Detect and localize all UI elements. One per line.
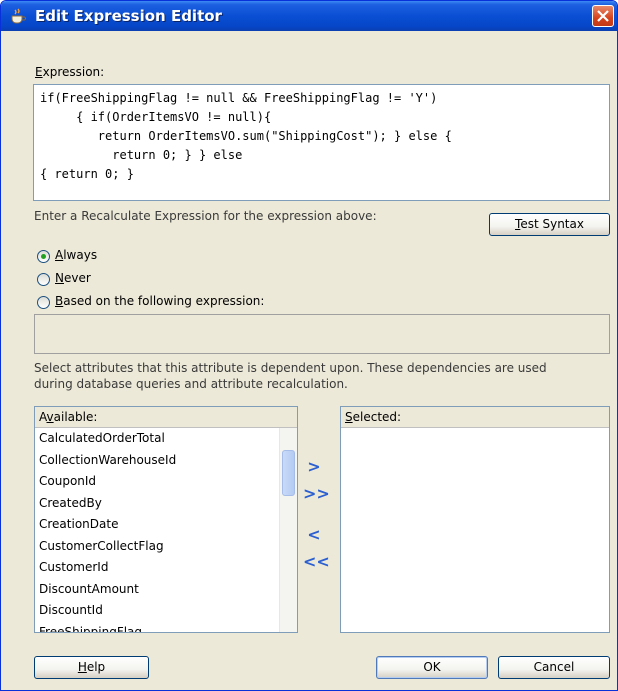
edit-expression-dialog: Edit Expression Editor Expression: if(Fr… — [0, 0, 618, 691]
expression-textarea[interactable]: if(FreeShippingFlag != null && FreeShipp… — [33, 84, 610, 201]
list-item[interactable]: CreationDate — [35, 514, 279, 536]
selected-list[interactable]: Selected: — [340, 406, 610, 633]
scroll-thumb[interactable] — [282, 450, 295, 496]
dependencies-description-1: Select attributes that this attribute is… — [34, 361, 547, 375]
ok-button[interactable]: OK — [376, 656, 488, 679]
available-list[interactable]: Available: CalculatedOrderTotal Collecti… — [34, 406, 298, 633]
expression-line: { return 0; } — [40, 167, 134, 181]
always-label[interactable]: Always — [55, 248, 97, 262]
list-item[interactable]: CustomerId — [35, 557, 279, 579]
dependencies-description-2: during database queries and attribute re… — [34, 377, 348, 391]
cancel-button[interactable]: Cancel — [498, 656, 610, 679]
expression-line: return 0; } } else — [40, 148, 243, 162]
available-scrollbar[interactable] — [279, 428, 297, 632]
title-bar[interactable]: Edit Expression Editor — [1, 1, 617, 31]
list-item[interactable]: DiscountAmount — [35, 579, 279, 601]
never-radio[interactable] — [37, 273, 50, 286]
always-radio[interactable] — [37, 250, 50, 263]
test-syntax-button[interactable]: Test Syntax — [489, 213, 610, 236]
list-item[interactable]: DiscountId — [35, 600, 279, 622]
based-on-expression-radio[interactable] — [37, 296, 50, 309]
list-item[interactable]: CouponId — [35, 471, 279, 493]
help-button[interactable]: Help — [34, 656, 149, 679]
based-on-expression-label[interactable]: Based on the following expression: — [55, 294, 264, 308]
list-item[interactable]: CustomerCollectFlag — [35, 536, 279, 558]
expression-line: if(FreeShippingFlag != null && FreeShipp… — [40, 91, 438, 105]
selected-header: Selected: — [341, 407, 609, 428]
move-left-icon[interactable]: < — [303, 526, 325, 544]
expression-line: return OrderItemsVO.sum("ShippingCost");… — [40, 129, 452, 143]
coffee-cup-icon — [11, 8, 26, 24]
available-header: Available: — [35, 407, 297, 428]
recalc-expression-field — [34, 314, 610, 354]
move-all-right-icon[interactable]: >> — [303, 485, 330, 503]
list-item[interactable]: CalculatedOrderTotal — [35, 428, 279, 450]
expression-line: { if(OrderItemsVO != null){ — [40, 110, 272, 124]
expression-label: Expression: — [35, 65, 105, 79]
close-button[interactable] — [592, 5, 614, 27]
move-all-left-icon[interactable]: << — [303, 553, 330, 571]
list-item[interactable]: FreeShippingFlag — [35, 622, 279, 633]
window-title: Edit Expression Editor — [35, 7, 222, 25]
list-item[interactable]: CollectionWarehouseId — [35, 450, 279, 472]
list-item[interactable]: CreatedBy — [35, 493, 279, 515]
close-icon — [597, 10, 609, 22]
never-label[interactable]: Never — [55, 271, 91, 285]
recalc-prompt: Enter a Recalculate Expression for the e… — [34, 209, 377, 223]
move-right-icon[interactable]: > — [303, 458, 325, 476]
